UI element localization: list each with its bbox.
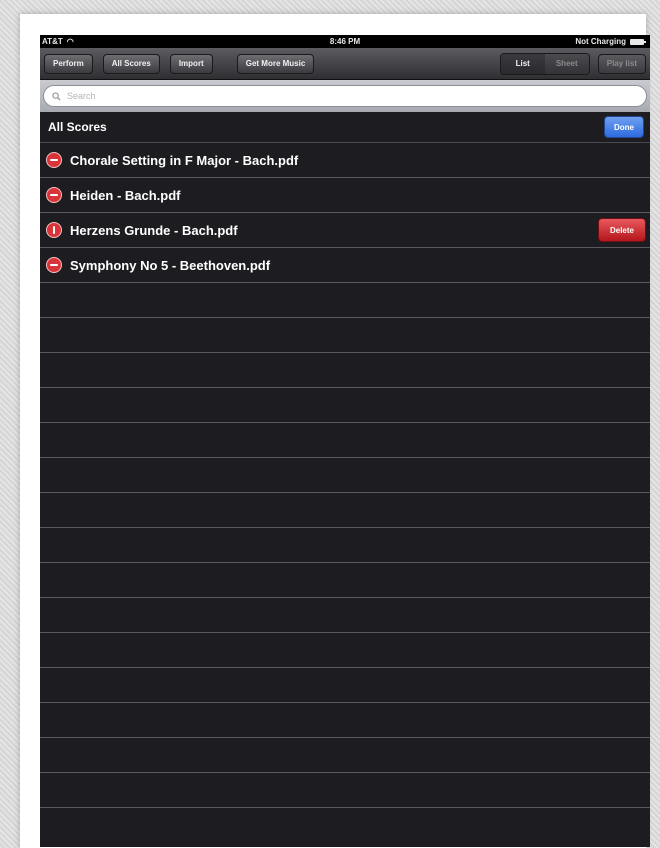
- empty-row: [40, 563, 650, 598]
- delete-confirm-icon[interactable]: [46, 222, 62, 238]
- score-row[interactable]: Herzens Grunde - Bach.pdf Delete: [40, 213, 650, 248]
- status-right: Not Charging: [575, 37, 646, 46]
- empty-row: [40, 773, 650, 808]
- delete-minus-icon[interactable]: [46, 187, 62, 203]
- score-name: Herzens Grunde - Bach.pdf: [70, 222, 238, 238]
- section-header: All Scores Done: [40, 112, 650, 143]
- empty-row: [40, 598, 650, 633]
- empty-row: [40, 283, 650, 318]
- battery-icon: [630, 38, 646, 45]
- empty-row: [40, 458, 650, 493]
- perform-button[interactable]: Perform: [44, 53, 93, 74]
- view-toggle: List Sheet: [499, 52, 590, 75]
- status-left: AT&T ◠: [42, 37, 74, 46]
- toolbar: Perform All Scores Import Get More Music…: [40, 48, 650, 80]
- score-row[interactable]: Chorale Setting in F Major - Bach.pdf: [40, 143, 650, 178]
- empty-row: [40, 318, 650, 353]
- play-list-button[interactable]: Play list: [597, 53, 646, 74]
- empty-row: [40, 528, 650, 563]
- empty-row: [40, 493, 650, 528]
- search-icon: [52, 91, 61, 101]
- wifi-icon: ◠: [66, 37, 74, 46]
- scores-list: Chorale Setting in F Major - Bach.pdf He…: [40, 143, 650, 808]
- all-scores-button[interactable]: All Scores: [102, 53, 160, 74]
- done-button[interactable]: Done: [604, 116, 644, 138]
- empty-row: [40, 423, 650, 458]
- screenshot-frame: AT&T ◠ 8:46 PM Not Charging Perform All …: [20, 14, 650, 848]
- section-title: All Scores: [48, 120, 107, 134]
- score-name: Chorale Setting in F Major - Bach.pdf: [70, 152, 299, 168]
- empty-row: [40, 353, 650, 388]
- empty-row: [40, 703, 650, 738]
- delete-button[interactable]: Delete: [598, 218, 646, 242]
- search-input[interactable]: [65, 90, 597, 102]
- score-row[interactable]: Symphony No 5 - Beethoven.pdf: [40, 248, 650, 283]
- ipad-screen: AT&T ◠ 8:46 PM Not Charging Perform All …: [40, 35, 650, 847]
- carrier-label: AT&T: [42, 37, 63, 46]
- status-bar: AT&T ◠ 8:46 PM Not Charging: [40, 35, 650, 48]
- delete-minus-icon[interactable]: [46, 152, 62, 168]
- charging-status: Not Charging: [575, 37, 626, 46]
- score-row[interactable]: Heiden - Bach.pdf: [40, 178, 650, 213]
- view-list-button[interactable]: List: [500, 53, 545, 74]
- search-bar: [40, 80, 650, 112]
- get-more-music-button[interactable]: Get More Music: [236, 53, 315, 74]
- empty-row: [40, 738, 650, 773]
- search-field[interactable]: [43, 85, 647, 107]
- score-name: Heiden - Bach.pdf: [70, 187, 181, 203]
- view-sheet-button[interactable]: Sheet: [544, 53, 589, 74]
- score-name: Symphony No 5 - Beethoven.pdf: [70, 257, 271, 273]
- delete-minus-icon[interactable]: [46, 257, 62, 273]
- import-button[interactable]: Import: [169, 53, 213, 74]
- clock: 8:46 PM: [329, 37, 361, 46]
- empty-row: [40, 633, 650, 668]
- empty-row: [40, 388, 650, 423]
- empty-row: [40, 668, 650, 703]
